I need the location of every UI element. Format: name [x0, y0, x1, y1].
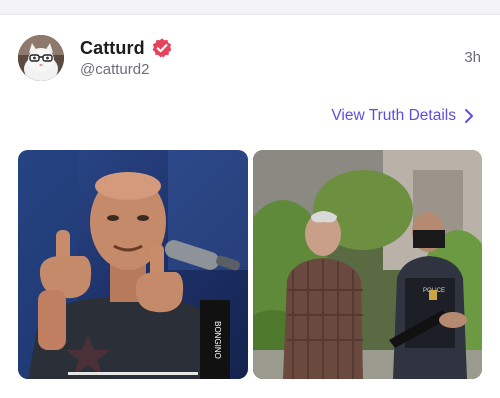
media-image-2[interactable]: POLICE [253, 150, 482, 379]
view-truth-details-link[interactable]: View Truth Details [331, 106, 474, 126]
chevron-right-icon [464, 108, 474, 124]
post-timestamp[interactable]: 3h [464, 49, 481, 66]
author-display-name[interactable]: Catturd [80, 38, 145, 59]
author-name-row: Catturd [80, 37, 173, 59]
author-avatar[interactable] [18, 35, 64, 81]
studio-host-photo-icon: BONGINO [18, 150, 248, 379]
truth-post-card[interactable]: Catturd @catturd2 3h View Truth Details [0, 15, 500, 398]
media-image-1[interactable]: BONGINO [18, 150, 248, 379]
author-handle[interactable]: @catturd2 [80, 61, 149, 78]
post-media-grid: BONGINO [18, 150, 482, 379]
arrest-scene-photo-icon: POLICE [253, 150, 482, 379]
view-truth-details-label: View Truth Details [331, 107, 456, 124]
verified-badge-icon [151, 37, 173, 59]
svg-text:BONGINO: BONGINO [213, 321, 222, 359]
cat-avatar-icon [18, 35, 64, 81]
